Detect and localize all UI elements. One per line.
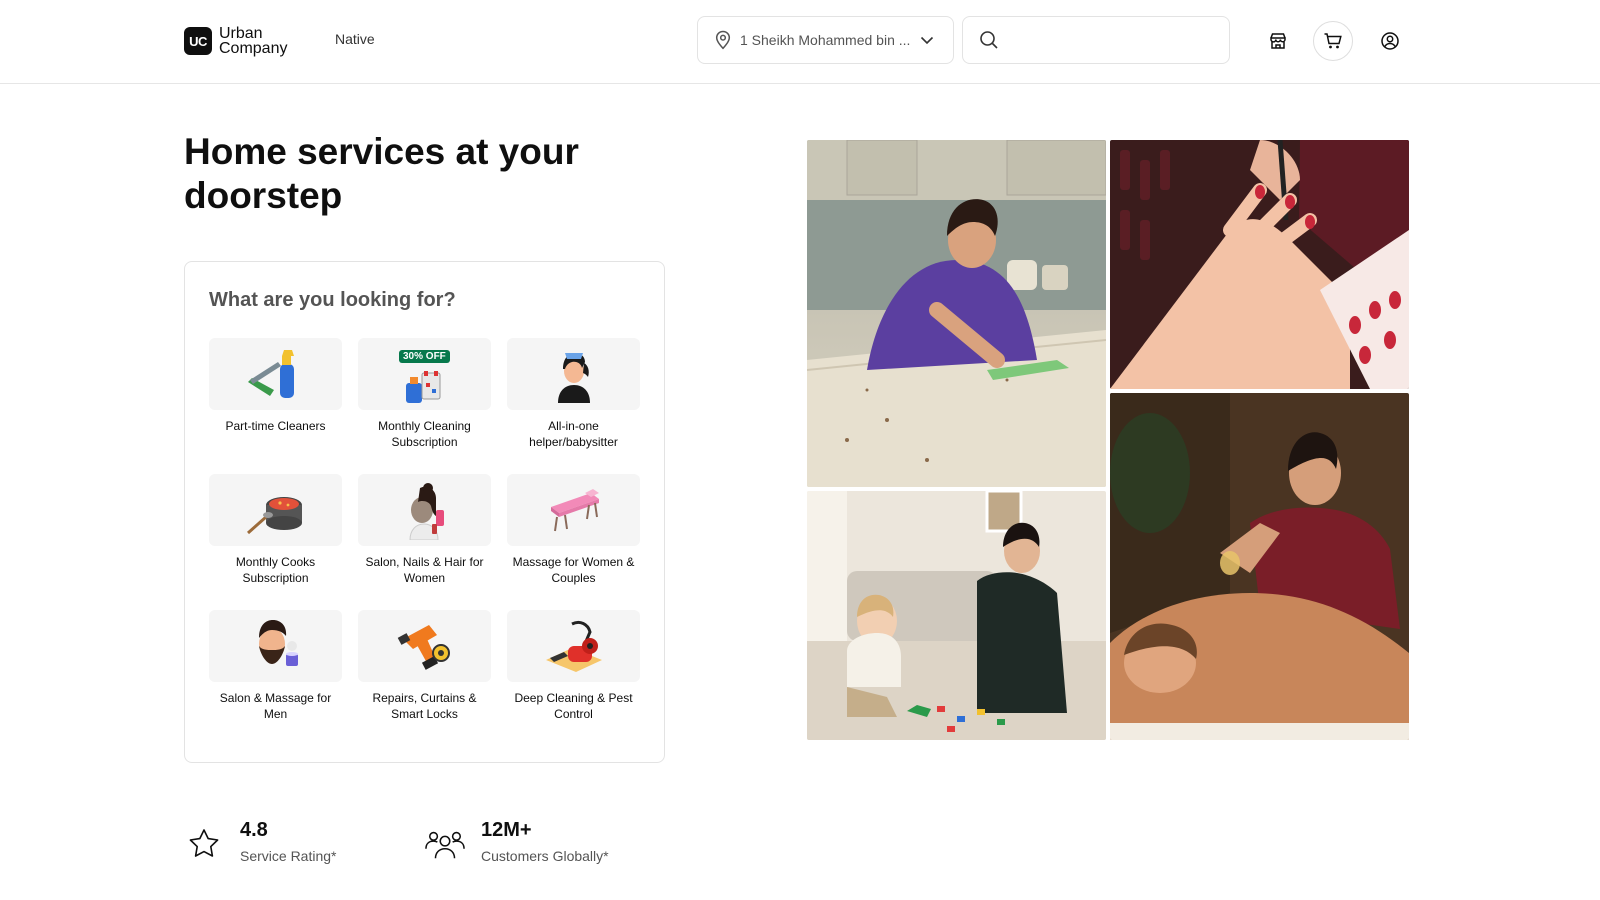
service-tile-part-time-cleaners[interactable]: Part-time Cleaners — [209, 338, 342, 474]
customers-value: 12M+ — [481, 819, 532, 841]
drill-icon — [397, 625, 450, 670]
chevron-down-icon — [920, 36, 934, 45]
location-text: 1 Sheikh Mohammed bin ... — [740, 32, 911, 48]
manicure-photo — [1110, 140, 1409, 389]
search-icon — [980, 31, 998, 49]
massage-therapy-photo — [1110, 393, 1409, 740]
vacuum-icon — [545, 620, 602, 672]
cooking-pot-icon — [246, 497, 302, 535]
location-pin-icon — [715, 30, 731, 50]
babysitter-playing-photo — [807, 491, 1106, 740]
helper-icon — [557, 353, 590, 403]
stat-service-rating: 4.8 Service Rating* — [184, 818, 337, 864]
finder-title: What are you looking for? — [209, 289, 456, 311]
offer-badge: 30% OFF — [399, 350, 450, 363]
store-icon[interactable] — [1258, 21, 1298, 61]
page-title: Home services at your doorstep — [184, 131, 579, 216]
service-tile-repairs[interactable]: Repairs, Curtains & Smart Locks — [358, 610, 491, 746]
woman-facial-icon — [408, 483, 444, 540]
service-tile-deep-cleaning[interactable]: Deep Cleaning & Pest Control — [507, 610, 640, 746]
cleaner-wiping-counter-photo — [807, 140, 1106, 487]
logo-mark: UC — [184, 27, 212, 55]
customers-caption: Customers Globally* — [481, 848, 609, 864]
service-finder-card: What are you looking for? Part-time Clea… — [184, 261, 665, 763]
account-icon[interactable] — [1370, 21, 1410, 61]
search-input[interactable] — [1009, 32, 1209, 48]
service-tile-monthly-cleaning[interactable]: 30% OFF Monthly Cleaning Subscription — [358, 338, 491, 474]
top-header: UC Urban Company Native 1 Sheikh Mohamme… — [0, 0, 1600, 84]
customers-icon — [425, 824, 465, 864]
bearded-man-icon — [258, 620, 298, 666]
location-selector[interactable]: 1 Sheikh Mohammed bin ... — [697, 16, 954, 64]
massage-table-icon — [550, 489, 599, 532]
service-tile-monthly-cooks[interactable]: Monthly Cooks Subscription — [209, 474, 342, 610]
native-link[interactable]: Native — [335, 31, 375, 47]
service-grid: Part-time Cleaners 30% OFF Monthly Clean… — [209, 338, 640, 746]
service-tile-salon-men[interactable]: Salon & Massage for Men — [209, 610, 342, 746]
cleaning-supplies-icon — [405, 371, 440, 403]
rating-caption: Service Rating* — [240, 848, 337, 864]
service-tile-massage-women[interactable]: Massage for Women & Couples — [507, 474, 640, 610]
urban-company-logo[interactable]: UC Urban Company — [184, 25, 288, 57]
cart-icon[interactable] — [1313, 21, 1353, 61]
service-tile-salon-women[interactable]: Salon, Nails & Hair for Women — [358, 474, 491, 610]
star-icon — [184, 824, 224, 864]
stat-customers: 12M+ Customers Globally* — [425, 818, 609, 864]
logo-wordmark: Urban Company — [219, 25, 288, 57]
service-tile-helper-babysitter[interactable]: All-in-one helper/babysitter — [507, 338, 640, 474]
cleaning-spray-icon — [247, 350, 294, 398]
rating-value: 4.8 — [240, 819, 268, 841]
search-box[interactable] — [962, 16, 1230, 64]
